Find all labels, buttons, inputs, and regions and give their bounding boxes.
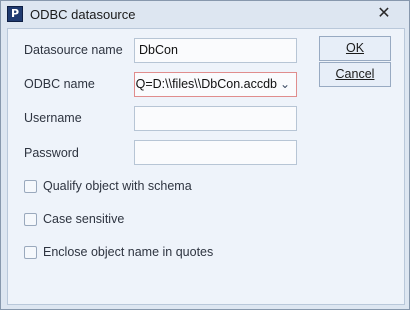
password-label: Password [24,146,79,160]
checkbox-box[interactable] [24,213,37,226]
title-bar: P ODBC datasource ✕ [1,1,409,29]
qualify-schema-label: Qualify object with schema [43,179,192,193]
app-logo-icon: P [7,6,23,22]
cancel-button-label: Cancel [335,67,375,81]
close-icon: ✕ [377,3,391,22]
odbc-datasource-dialog: P ODBC datasource ✕ Datasource name DbCo… [0,0,410,310]
username-label: Username [24,111,82,125]
ok-button-label: OK [345,41,365,55]
case-sensitive-label: Case sensitive [43,212,125,226]
window-title: ODBC datasource [30,7,136,22]
password-input[interactable] [134,140,297,165]
checkbox-box[interactable] [24,180,37,193]
datasource-name-input[interactable]: DbCon [134,38,297,63]
odbc-name-label: ODBC name [24,77,95,91]
odbc-name-combobox[interactable]: DBQ=D:\\files\\DbCon.accdb ⌄ [134,72,297,97]
odbc-name-value[interactable]: DBQ=D:\\files\\DbCon.accdb [135,73,277,96]
checkbox-box[interactable] [24,246,37,259]
cancel-button[interactable]: Cancel [319,62,391,87]
ok-button[interactable]: OK [319,36,391,61]
username-input[interactable] [134,106,297,131]
chevron-down-icon[interactable]: ⌄ [274,73,296,96]
close-button[interactable]: ✕ [373,2,395,24]
enclose-quotes-label: Enclose object name in quotes [43,245,214,259]
datasource-name-label: Datasource name [24,43,123,57]
